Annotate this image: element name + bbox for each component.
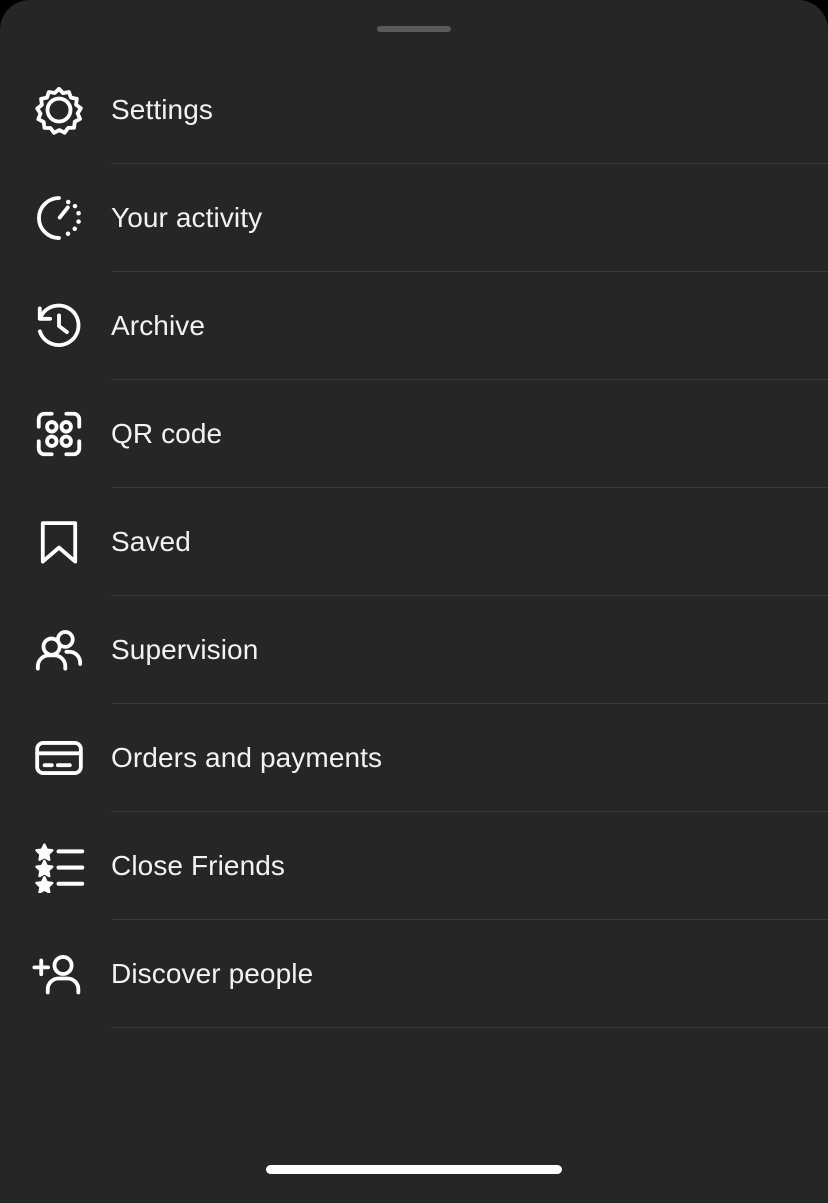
menu-item-discover-people[interactable]: Discover people [0, 920, 828, 1028]
menu-item-label: QR code [111, 418, 223, 449]
bookmark-icon [0, 488, 111, 596]
menu-item-supervision[interactable]: Supervision [0, 596, 828, 704]
menu-item-saved[interactable]: Saved [0, 488, 828, 596]
home-indicator-area [0, 1147, 828, 1203]
star-list-icon [0, 812, 111, 920]
drag-handle-area[interactable] [0, 0, 828, 60]
home-indicator[interactable] [266, 1164, 562, 1174]
menu-item-label: Saved [111, 526, 191, 557]
menu-item-label: Orders and payments [111, 742, 383, 773]
menu-item-archive[interactable]: Archive [0, 272, 828, 380]
person-add-icon [0, 920, 111, 1028]
menu-item-label: Close Friends [111, 850, 286, 881]
menu-item-label: Discover people [111, 958, 314, 989]
activity-timer-icon [0, 164, 111, 272]
archive-history-clock-icon [0, 272, 111, 380]
menu-item-settings[interactable]: Settings [0, 56, 828, 164]
menu-item-qr-code[interactable]: QR code [0, 380, 828, 488]
menu-item-orders-and-payments[interactable]: Orders and payments [0, 704, 828, 812]
credit-card-icon [0, 704, 111, 812]
menu-item-label: Settings [111, 94, 213, 125]
menu-list: Settings Your activity Archive QR code S… [0, 56, 828, 1028]
menu-item-your-activity[interactable]: Your activity [0, 164, 828, 272]
bottom-sheet-panel: Settings Your activity Archive QR code S… [0, 0, 828, 1203]
menu-item-label: Supervision [111, 634, 259, 665]
menu-item-close-friends[interactable]: Close Friends [0, 812, 828, 920]
sheet-drag-handle[interactable] [377, 26, 451, 32]
menu-item-label: Archive [111, 310, 206, 341]
gear-icon [0, 56, 111, 164]
row-divider [111, 1027, 828, 1028]
menu-item-label: Your activity [111, 202, 263, 233]
two-people-icon [0, 596, 111, 704]
qr-code-icon [0, 380, 111, 488]
